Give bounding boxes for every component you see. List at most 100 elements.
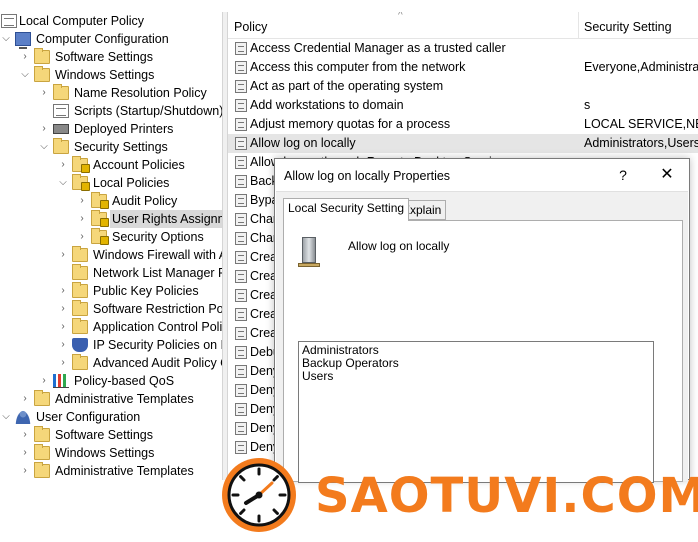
tree-item[interactable]: › User Rights Assignment <box>0 210 222 228</box>
chevron-right-icon[interactable]: › <box>57 246 69 264</box>
tree-item[interactable]: › Administrative Templates <box>0 390 222 408</box>
chevron-right-icon[interactable]: › <box>38 120 50 138</box>
chevron-right-icon[interactable]: › <box>57 156 69 174</box>
tree-item[interactable]: › Software Settings <box>0 426 222 444</box>
folder-icon <box>53 84 69 100</box>
policy-row[interactable]: Add workstations to domain s <box>228 96 698 115</box>
tree-item[interactable]: › Security Options <box>0 228 222 246</box>
tree-item[interactable]: ⌵ Local Policies <box>0 174 222 192</box>
chevron-down-icon[interactable]: ⌵ <box>19 66 31 84</box>
tree-item[interactable]: › Policy-based QoS <box>0 372 222 390</box>
tree-item[interactable]: › Administrative Templates <box>0 462 222 480</box>
tree-item-label: Policy-based QoS <box>74 374 175 388</box>
dialog-body: Local Security Setting Explain Allow log… <box>276 191 688 483</box>
tree-item[interactable]: Local Computer Policy <box>0 12 222 30</box>
sort-arrow-icon: ^ <box>398 12 403 21</box>
tree-item-label: Windows Firewall with Advanced Security <box>93 248 222 262</box>
policy-icon <box>235 384 247 397</box>
tree-item[interactable]: › Windows Firewall with Advanced Security <box>0 246 222 264</box>
tree-item[interactable]: › Name Resolution Policy <box>0 84 222 102</box>
policy-name: Access Credential Manager as a trusted c… <box>250 41 506 55</box>
tree-item-label: Advanced Audit Policy Configuration <box>93 356 222 370</box>
tab-local-security-setting[interactable]: Local Security Setting <box>283 198 410 221</box>
policy-name: Adjust memory quotas for a process <box>250 117 451 131</box>
chevron-right-icon[interactable]: › <box>57 318 69 336</box>
tree-item-label: Computer Configuration <box>36 32 169 46</box>
tree-item-label: Public Key Policies <box>93 284 199 298</box>
tree-item[interactable]: ⌵ User Configuration <box>0 408 222 426</box>
policy-row[interactable]: Access this computer from the network Eve… <box>228 58 698 77</box>
tree-item[interactable]: ⌵ Computer Configuration <box>0 30 222 49</box>
chevron-right-icon[interactable]: › <box>57 354 69 372</box>
policy-icon <box>1 14 17 28</box>
computer-icon <box>15 32 31 49</box>
policy-row[interactable]: Adjust memory quotas for a process LOCAL … <box>228 115 698 134</box>
chevron-right-icon[interactable]: › <box>19 426 31 444</box>
chevron-right-icon[interactable]: › <box>38 84 50 102</box>
tree-item[interactable]: › Deployed Printers <box>0 120 222 138</box>
folder-icon <box>72 282 88 298</box>
chevron-right-icon[interactable]: › <box>76 228 88 246</box>
chevron-right-icon[interactable]: › <box>19 48 31 66</box>
policy-icon <box>235 232 247 245</box>
folder-icon <box>34 426 50 442</box>
tree-item-label: Application Control Policies <box>93 320 222 334</box>
tree-item[interactable]: Scripts (Startup/Shutdown) <box>0 102 222 120</box>
chevron-down-icon[interactable]: ⌵ <box>0 30 12 48</box>
chevron-right-icon[interactable]: › <box>57 282 69 300</box>
chevron-right-icon[interactable]: › <box>57 300 69 318</box>
folder-icon <box>72 300 88 316</box>
tree-item[interactable]: › Account Policies <box>0 156 222 174</box>
policy-icon <box>235 137 247 150</box>
chevron-right-icon[interactable]: › <box>38 372 50 390</box>
tree-item[interactable]: ⌵ Windows Settings <box>0 66 222 84</box>
locked-folder-icon <box>91 192 109 209</box>
chevron-right-icon[interactable]: › <box>19 390 31 408</box>
policy-row[interactable]: Allow log on locally Administrators,Users… <box>228 134 698 153</box>
policy-row[interactable]: Act as part of the operating system <box>228 77 698 96</box>
policy-icon <box>235 308 247 321</box>
folder-icon <box>72 246 88 262</box>
policy-icon <box>235 441 247 454</box>
tree-item[interactable]: › Application Control Policies <box>0 318 222 336</box>
chevron-right-icon[interactable]: › <box>76 210 88 228</box>
chevron-down-icon[interactable]: ⌵ <box>38 138 50 156</box>
tree-item-label: Software Settings <box>55 50 153 64</box>
column-header-security-setting[interactable]: Security Setting <box>578 12 698 39</box>
tree-item[interactable]: › Audit Policy <box>0 192 222 210</box>
folder-icon <box>34 66 50 82</box>
tree-item-label: Local Computer Policy <box>19 14 145 28</box>
list-header: Policy ^ Security Setting <box>228 12 698 39</box>
help-button[interactable]: ? <box>613 165 633 185</box>
chevron-right-icon[interactable]: › <box>19 462 31 480</box>
tree-item[interactable]: › Public Key Policies <box>0 282 222 300</box>
tree-item-label: Windows Settings <box>55 68 155 82</box>
chevron-down-icon[interactable]: ⌵ <box>0 408 12 426</box>
member-item[interactable]: Users <box>302 370 333 383</box>
tree-item[interactable]: › Advanced Audit Policy Configuration <box>0 354 222 372</box>
close-button[interactable]: ✕ <box>656 165 678 185</box>
chevron-down-icon[interactable]: ⌵ <box>57 174 69 192</box>
policy-icon <box>235 365 247 378</box>
tree-item[interactable]: › Software Restriction Policies <box>0 300 222 318</box>
security-setting-value: Administrators,Users,Backup <box>584 136 698 150</box>
tree-item[interactable]: › IP Security Policies on Local Computer <box>0 336 222 354</box>
tree-item[interactable]: › Windows Settings <box>0 444 222 462</box>
chevron-right-icon[interactable]: › <box>19 444 31 462</box>
tree-item-label: Windows Settings <box>55 446 155 460</box>
tree-item[interactable]: › Software Settings <box>0 48 222 66</box>
chevron-right-icon[interactable]: › <box>76 192 88 210</box>
security-setting-value: s <box>584 98 591 112</box>
policy-icon <box>235 346 247 359</box>
column-header-policy[interactable]: Policy <box>228 12 578 39</box>
tree-item-label: Administrative Templates <box>55 464 194 478</box>
policy-icon <box>235 118 247 131</box>
folder-icon <box>34 390 50 406</box>
policy-row[interactable]: Access Credential Manager as a trusted c… <box>228 39 698 58</box>
properties-dialog: Allow log on locally Properties ? ✕ Loca… <box>274 158 690 483</box>
chevron-right-icon[interactable]: › <box>57 336 69 354</box>
tree-item[interactable]: ⌵ Security Settings <box>0 138 222 156</box>
tree-item[interactable]: Network List Manager Policies <box>0 264 222 282</box>
policy-icon <box>235 289 247 302</box>
folder-icon <box>72 354 88 370</box>
